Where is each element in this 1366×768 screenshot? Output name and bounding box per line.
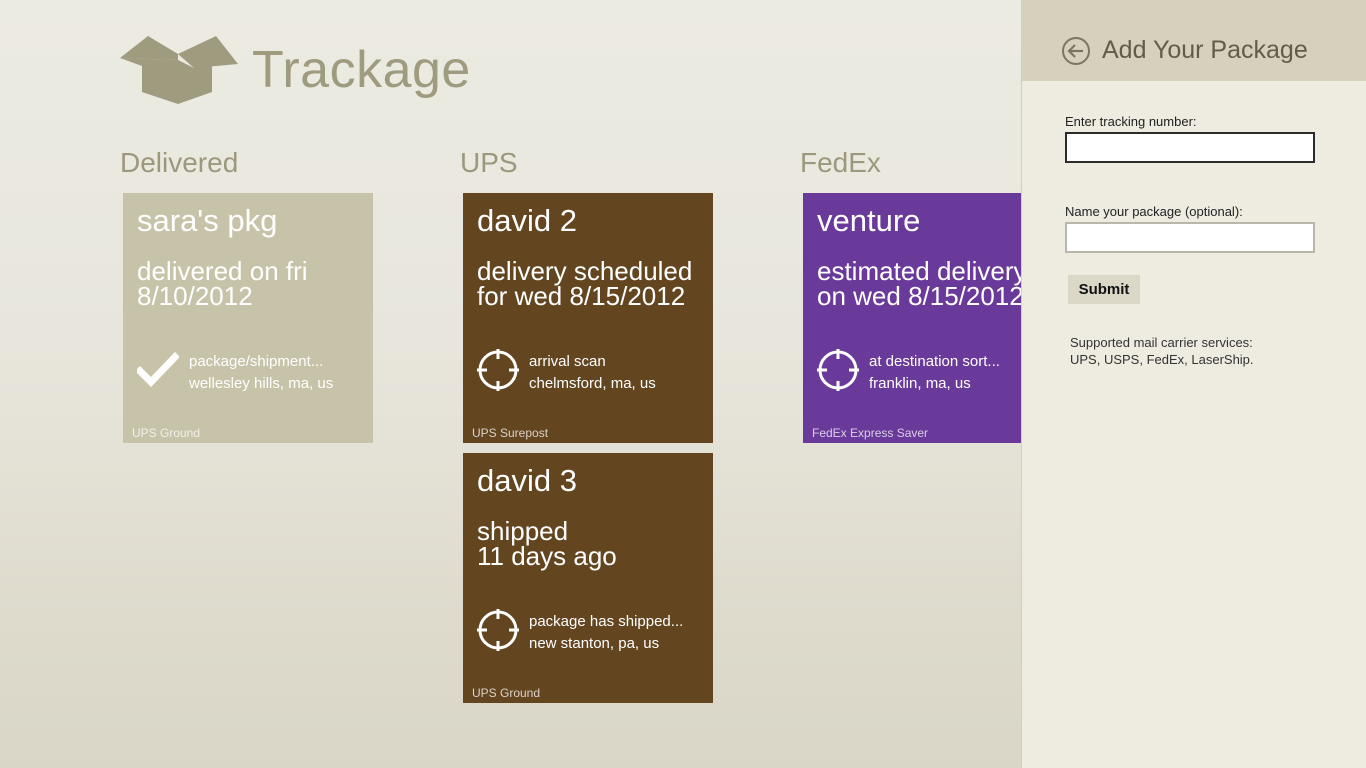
tile-event-text: at destination sort... [869,353,1000,370]
supported-carriers-heading: Supported mail carrier services: [1070,335,1253,350]
package-box-icon [120,36,238,104]
tile-status: estimated delivery on wed 8/15/2012 [817,258,1021,311]
tile-event-text: package has shipped... [529,613,684,630]
app-area: Trackage Delivered sara's pkg delivered … [0,0,1021,768]
crosshair-icon [477,609,519,651]
tile-package-name: david 3 [477,463,577,498]
app-title: Trackage [252,41,471,99]
panel-title: Add Your Package [1102,36,1308,64]
package-name-input[interactable] [1065,222,1315,253]
tile-location: franklin, ma, us [869,375,971,392]
tile-package-name: david 2 [477,203,577,238]
back-arrow-icon[interactable] [1061,36,1091,66]
tile-status-line: 8/10/2012 [137,281,253,311]
panel-header: Add Your Package [1022,0,1366,81]
supported-carriers-text: Supported mail carrier services: UPS, US… [1070,334,1330,368]
tile-event: package has shipped... new stanton, pa, … [529,611,683,655]
tile-event-text: package/shipment... [189,353,324,370]
tile-event: arrival scan chelmsford, ma, us [529,351,656,395]
group-title-delivered[interactable]: Delivered [120,147,238,179]
tile-location: chelmsford, ma, us [529,375,656,392]
tile-service: UPS Surepost [472,426,549,440]
tile-event-text: arrival scan [529,353,606,370]
tile-service: UPS Ground [132,426,201,440]
tile-status: delivered on fri 8/10/2012 [137,258,308,311]
crosshair-icon [477,349,519,391]
package-tile-saras-pkg[interactable]: sara's pkg delivered on fri 8/10/2012 pa… [123,193,373,443]
package-tile-david-3[interactable]: david 3 shipped 11 days ago package has … [463,453,713,703]
tracking-number-input[interactable] [1065,132,1315,163]
package-name-label: Name your package (optional): [1065,204,1243,219]
tile-status-line: for wed 8/15/2012 [477,281,686,311]
tile-service: FedEx Express Saver [812,426,929,440]
tile-location: wellesley hills, ma, us [189,375,334,392]
tile-package-name: sara's pkg [137,203,278,238]
tile-status-line: on wed 8/15/2012 [817,281,1021,311]
tile-service: UPS Ground [472,686,541,700]
tile-package-name: venture [817,203,921,238]
tracking-number-label: Enter tracking number: [1065,114,1197,129]
group-title-ups[interactable]: UPS [460,147,518,179]
add-package-panel: Add Your Package Enter tracking number: … [1021,0,1366,768]
tile-status-line: 11 days ago [477,541,617,571]
tile-location: new stanton, pa, us [529,635,660,652]
crosshair-icon [817,349,859,391]
checkmark-icon [137,352,179,388]
tile-event: package/shipment... wellesley hills, ma,… [189,351,333,395]
supported-carriers-list: UPS, USPS, FedEx, LaserShip. [1070,352,1254,367]
tile-status: shipped 11 days ago [477,518,617,571]
tile-status: delivery scheduled for wed 8/15/2012 [477,258,692,311]
package-tile-venture[interactable]: venture estimated delivery on wed 8/15/2… [803,193,1021,443]
tile-event: at destination sort... franklin, ma, us [869,351,1000,395]
package-tile-david-2[interactable]: david 2 delivery scheduled for wed 8/15/… [463,193,713,443]
group-title-fedex[interactable]: FedEx [800,147,881,179]
submit-button[interactable]: Submit [1068,275,1140,304]
